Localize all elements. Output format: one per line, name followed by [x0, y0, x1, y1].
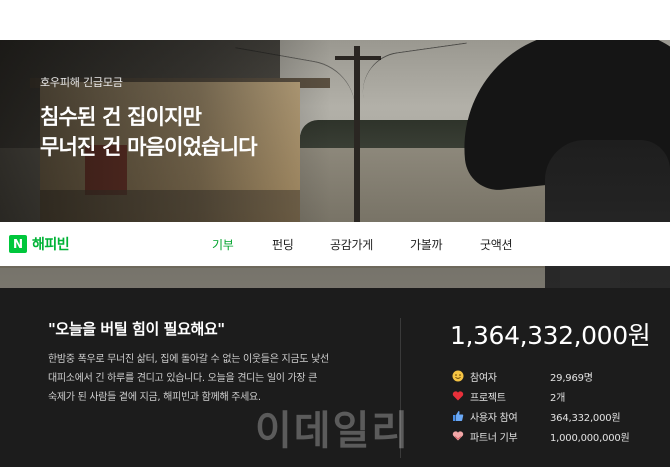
thumbs-up-icon: [452, 410, 464, 422]
top-navbar: N 해피빈 기부 펀딩 공감가게 가볼까 굿액션: [0, 222, 670, 266]
heart-icon: [452, 390, 464, 402]
total-donation-amount: 1,364,332,000원: [450, 321, 651, 350]
smile-icon: [452, 370, 464, 382]
hero-title: 침수된 건 집이지만 무너진 건 마음이었습니다: [40, 102, 258, 162]
stat-label: 프로젝트: [470, 392, 506, 404]
stat-user-participation: 사용자 참여 364,332,000원: [452, 406, 630, 426]
hero-subtitle: 호우피해 긴급모금: [40, 76, 123, 89]
edaily-watermark: 이데일리: [255, 408, 411, 454]
nav-item-funding[interactable]: 펀딩: [272, 236, 294, 253]
stat-label: 파트너 기부: [470, 432, 518, 444]
stat-label: 사용자 참여: [470, 412, 518, 424]
stat-participants: 참여자 29,969명: [452, 366, 630, 386]
top-strip: [0, 0, 670, 40]
utility-pole: [354, 46, 360, 226]
stat-value: 1,000,000,000원: [550, 432, 630, 444]
page: 호우피해 긴급모금 침수된 건 집이지만 무너진 건 마음이었습니다 N 해피빈…: [0, 0, 670, 467]
stat-projects: 프로젝트 2개: [452, 386, 630, 406]
donation-stats: 참여자 29,969명 프로젝트 2개 사용자 참여 364,332,000원 …: [452, 366, 630, 446]
description-line: 대피소에서 긴 하루를 견디고 있습니다. 오늘을 견디는 일이 가장 큰: [48, 373, 318, 384]
stat-label: 참여자: [470, 372, 497, 384]
partner-heart-icon: [452, 430, 464, 442]
stat-value: 29,969명: [550, 372, 593, 384]
stat-partner-donation: 파트너 기부 1,000,000,000원: [452, 426, 630, 446]
nav-item-explore[interactable]: 가볼까: [410, 236, 443, 253]
stat-value: 364,332,000원: [550, 412, 621, 424]
nav-item-donate[interactable]: 기부: [212, 236, 234, 253]
nav-item-store[interactable]: 공감가게: [330, 236, 373, 253]
campaign-quote: "오늘을 버틸 힘이 필요해요": [48, 320, 225, 338]
description-line: 한밤중 폭우로 무너진 삶터, 집에 돌아갈 수 없는 이웃들은 지금도 낯선: [48, 354, 329, 365]
stat-value: 2개: [550, 392, 566, 404]
nav-item-good-action[interactable]: 굿액션: [480, 236, 513, 253]
hero-title-line: 무너진 건 마음이었습니다: [40, 135, 258, 159]
main-nav: 기부 펀딩 공감가게 가볼까 굿액션: [0, 222, 670, 266]
hero-text: 호우피해 긴급모금 침수된 건 집이지만 무너진 건 마음이었습니다: [40, 74, 258, 162]
hero-title-line: 침수된 건 집이지만: [40, 105, 202, 129]
